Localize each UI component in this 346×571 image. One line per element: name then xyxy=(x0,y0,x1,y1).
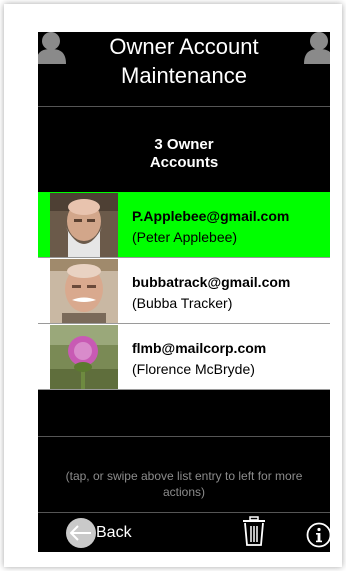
back-button[interactable]: Back xyxy=(66,518,146,548)
avatar xyxy=(50,325,118,389)
info-icon[interactable] xyxy=(306,522,330,548)
page-title: Owner Account Maintenance xyxy=(109,34,259,88)
avatar xyxy=(50,193,118,257)
account-email: flmb@mailcorp.com xyxy=(132,340,267,356)
account-row[interactable]: flmb@mailcorp.com (Florence McBryde) xyxy=(38,324,330,390)
account-name: (Peter Applebee) xyxy=(132,229,238,245)
person-icon[interactable] xyxy=(302,32,330,64)
trash-icon[interactable] xyxy=(240,516,268,546)
back-label: Back xyxy=(96,524,132,541)
person-icon xyxy=(38,32,68,64)
account-email: bubbatrack@gmail.com xyxy=(132,274,291,290)
header: Owner Account Maintenance xyxy=(38,32,330,106)
account-count: 3 Owner Accounts xyxy=(149,136,219,171)
account-list: P.Applebee@gmail.com (Peter Applebee) bu… xyxy=(38,192,330,390)
divider xyxy=(38,512,330,513)
account-row[interactable]: bubbatrack@gmail.com (Bubba Tracker) xyxy=(38,258,330,324)
back-arrow-icon xyxy=(66,518,96,548)
divider xyxy=(38,106,330,107)
app-screen: Owner Account Maintenance 3 Owner Accoun… xyxy=(38,32,330,552)
account-name: (Bubba Tracker) xyxy=(132,295,233,311)
divider xyxy=(38,436,330,437)
app-frame: Owner Account Maintenance 3 Owner Accoun… xyxy=(4,4,342,567)
hint-text: (tap, or swipe above list entry to left … xyxy=(65,469,303,499)
account-name: (Florence McBryde) xyxy=(132,361,255,377)
account-email: P.Applebee@gmail.com xyxy=(132,208,290,224)
avatar xyxy=(50,259,118,323)
account-row[interactable]: P.Applebee@gmail.com (Peter Applebee) xyxy=(38,192,330,258)
